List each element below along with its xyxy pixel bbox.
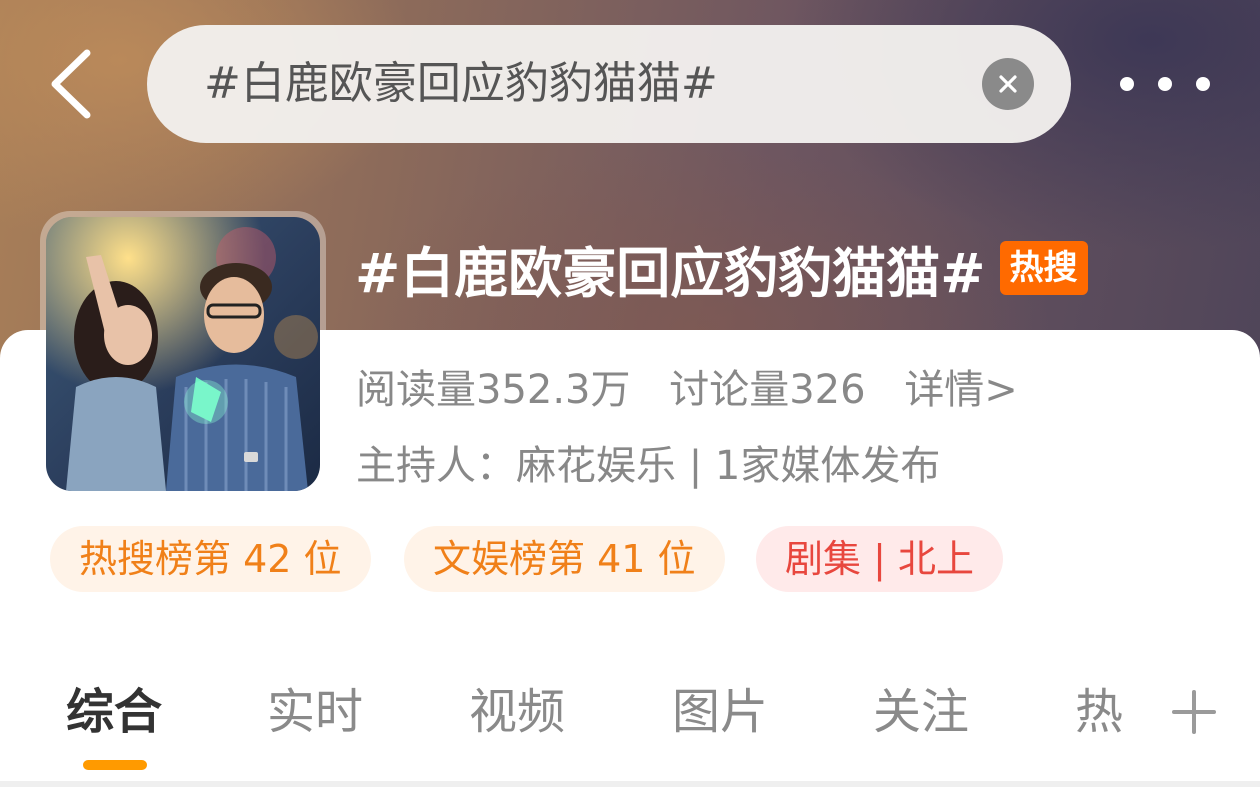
more-dot-icon — [1196, 77, 1210, 91]
more-dot-icon — [1158, 77, 1172, 91]
entertainment-rank-chip[interactable]: 文娱榜第 41 位 — [404, 526, 725, 592]
tab-images[interactable]: 图片 — [672, 672, 768, 752]
tab-comprehensive[interactable]: 综合 — [66, 672, 162, 752]
search-input[interactable]: #白鹿欧豪回应豹豹猫猫# — [147, 25, 1071, 143]
content-tabs: 综合 实时 视频 图片 关注 热 — [0, 672, 1260, 752]
tab-following[interactable]: 关注 — [873, 672, 969, 752]
topic-stats: 阅读量352.3万 讨论量326 详情> — [356, 360, 1044, 420]
clear-search-button[interactable] — [982, 58, 1034, 110]
discussion-count: 讨论量326 — [669, 367, 866, 413]
chevron-left-icon — [51, 49, 91, 119]
topic-cover-image[interactable] — [40, 211, 326, 497]
tab-realtime[interactable]: 实时 — [267, 672, 363, 752]
tab-video[interactable]: 视频 — [469, 672, 565, 752]
drama-chip[interactable]: 剧集 | 北上 — [756, 526, 1003, 592]
add-tab-button[interactable] — [1170, 688, 1218, 736]
hot-search-rank-chip[interactable]: 热搜榜第 42 位 — [50, 526, 371, 592]
close-icon — [999, 75, 1017, 93]
topic-host: 主持人：麻花娱乐 | 1家媒体发布 — [356, 443, 941, 489]
cover-illustration — [46, 217, 320, 491]
more-button[interactable] — [1120, 68, 1210, 100]
topic-title-row: #白鹿欧豪回应豹豹猫猫# 热搜 — [355, 228, 1088, 308]
read-count: 阅读量352.3万 — [356, 367, 631, 413]
details-link[interactable]: 详情> — [904, 367, 1018, 413]
tab-hot[interactable]: 热 — [1075, 672, 1123, 752]
topic-title: #白鹿欧豪回应豹豹猫猫# — [355, 241, 986, 305]
plus-icon — [1172, 690, 1216, 734]
active-tab-indicator — [83, 760, 147, 770]
hot-search-badge: 热搜 — [999, 241, 1088, 295]
back-button[interactable] — [36, 46, 106, 122]
cover-photo — [46, 217, 320, 491]
more-dot-icon — [1120, 77, 1134, 91]
search-query-text: #白鹿欧豪回应豹豹猫猫# — [204, 58, 718, 109]
topic-page: #白鹿欧豪回应豹豹猫猫# #白鹿欧豪回应豹豹猫猫# 热搜 阅读量352.3万 讨… — [0, 0, 1260, 787]
tab-divider — [0, 781, 1260, 787]
